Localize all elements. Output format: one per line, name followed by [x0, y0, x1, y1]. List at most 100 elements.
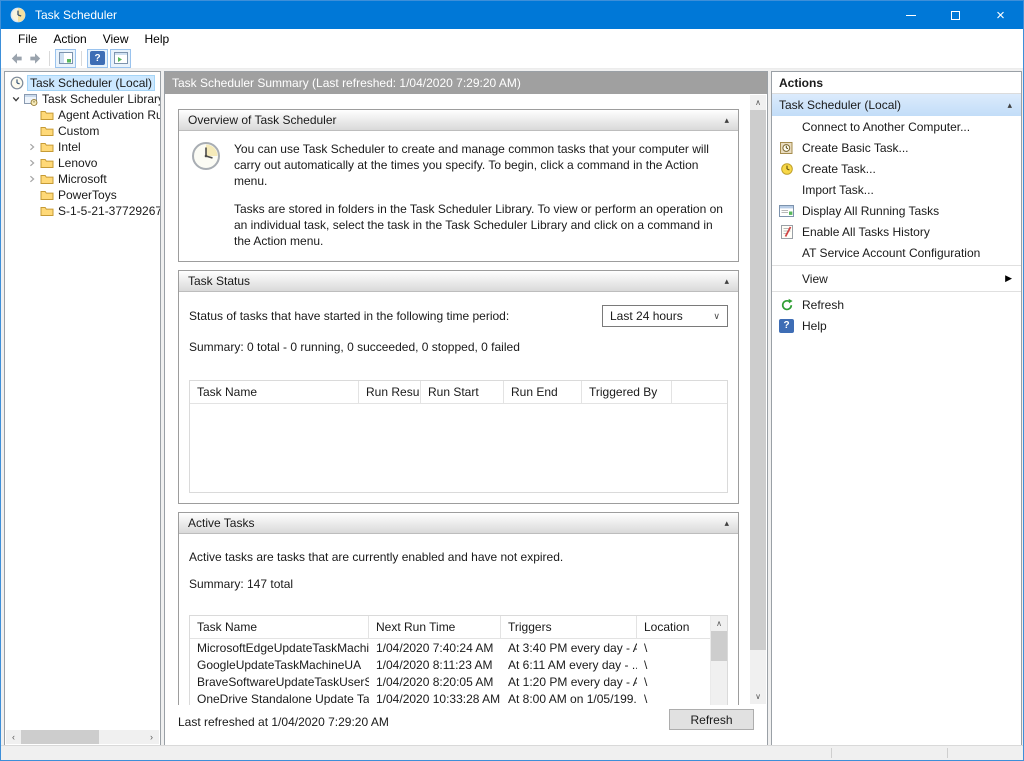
summary-panel-header: Task Scheduler Summary (Last refreshed: …	[165, 72, 767, 94]
overview-section-header[interactable]: Overview of Task Scheduler ▴	[179, 110, 738, 131]
actions-panel: Actions Task Scheduler (Local) ▴ Connect…	[771, 71, 1022, 746]
active-tasks-rows: MicrosoftEdgeUpdateTaskMachine... 1/04/2…	[190, 639, 710, 705]
column-header[interactable]: Run End	[504, 381, 582, 403]
column-header[interactable]: Task Name	[190, 381, 359, 403]
tree-item-folder[interactable]: Agent Activation Runt	[5, 107, 160, 123]
active-tasks-vertical-scrollbar[interactable]: ∧ ∨	[710, 616, 727, 705]
action-pane-icon	[114, 52, 128, 64]
tree-item-task-scheduler-library[interactable]: Task Scheduler Library	[5, 91, 160, 107]
tree-item-folder[interactable]: S-1-5-21-3772926790-	[5, 203, 160, 219]
active-tasks-description: Active tasks are tasks that are currentl…	[189, 550, 728, 564]
time-period-value: Last 24 hours	[610, 309, 683, 323]
tree-item-label: Task Scheduler Library	[42, 92, 160, 106]
action-help[interactable]: ? Help	[772, 315, 1021, 336]
scroll-up-icon[interactable]: ∧	[711, 616, 727, 631]
statusbar-separator	[947, 748, 948, 758]
help-toolbar-button[interactable]: ?	[87, 49, 108, 68]
menu-bar: File Action View Help	[1, 29, 1023, 48]
column-header[interactable]: Location	[637, 616, 710, 638]
chevron-right-icon[interactable]	[25, 159, 39, 167]
refresh-icon	[778, 298, 795, 312]
chevron-down-icon[interactable]	[9, 95, 23, 103]
active-tasks-table-header: Task Name Next Run Time Triggers Locatio…	[190, 616, 710, 639]
chevron-right-icon[interactable]	[25, 175, 39, 183]
show-console-tree-button[interactable]	[55, 49, 76, 68]
column-header[interactable]: Run Start	[421, 381, 504, 403]
tree-item-folder[interactable]: Custom	[5, 123, 160, 139]
column-header[interactable]: Next Run Time	[369, 616, 501, 638]
minimize-button[interactable]	[888, 1, 933, 29]
scroll-up-icon[interactable]: ∧	[750, 95, 766, 110]
action-at-service-account-configuration[interactable]: AT Service Account Configuration	[772, 242, 1021, 263]
title-bar: Task Scheduler ×	[1, 1, 1023, 29]
close-button[interactable]: ×	[978, 1, 1023, 29]
action-display-all-running-tasks[interactable]: Display All Running Tasks	[772, 200, 1021, 221]
active-tasks-title: Active Tasks	[188, 516, 254, 530]
menu-file[interactable]: File	[10, 29, 45, 48]
clock-app-icon	[10, 7, 26, 23]
tree-item-folder[interactable]: Intel	[5, 139, 160, 155]
forward-button[interactable]	[28, 51, 43, 66]
actions-group-header[interactable]: Task Scheduler (Local) ▴	[772, 94, 1021, 116]
tree-item-folder[interactable]: Microsoft	[5, 171, 160, 187]
menu-help[interactable]: Help	[137, 29, 178, 48]
task-status-section-header[interactable]: Task Status ▴	[179, 271, 738, 292]
menu-view[interactable]: View	[95, 29, 137, 48]
time-period-dropdown[interactable]: Last 24 hours ∨	[602, 305, 728, 327]
actions-group-label: Task Scheduler (Local)	[779, 98, 901, 112]
refresh-button[interactable]: Refresh	[669, 709, 754, 730]
folder-icon	[39, 109, 55, 121]
tree-item-folder[interactable]: Lenovo	[5, 155, 160, 171]
minimize-icon	[906, 15, 916, 16]
collapse-icon[interactable]: ▴	[724, 518, 729, 529]
table-row[interactable]: GoogleUpdateTaskMachineUA 1/04/2020 8:11…	[190, 656, 710, 673]
running-tasks-icon	[778, 205, 795, 217]
column-header[interactable]: Task Name	[190, 616, 369, 638]
scrollbar-thumb[interactable]	[711, 631, 727, 661]
column-header[interactable]: Run Result	[359, 381, 421, 403]
show-action-pane-button[interactable]	[110, 49, 131, 68]
table-row[interactable]: MicrosoftEdgeUpdateTaskMachine... 1/04/2…	[190, 639, 710, 656]
tree-horizontal-scrollbar[interactable]: ‹ ›	[6, 730, 159, 744]
column-header[interactable]: Triggered By	[582, 381, 672, 403]
scrollbar-thumb[interactable]	[21, 730, 99, 744]
menu-action[interactable]: Action	[45, 29, 94, 48]
action-refresh[interactable]: Refresh	[772, 294, 1021, 315]
maximize-button[interactable]	[933, 1, 978, 29]
summary-vertical-scrollbar[interactable]: ∧ ∨	[750, 95, 766, 704]
statusbar-separator	[831, 748, 832, 758]
tree-item-label: Task Scheduler (Local)	[28, 76, 154, 90]
tree-item-label: Intel	[58, 140, 81, 154]
scroll-down-icon[interactable]: ∨	[750, 689, 766, 704]
tree-item-label: Custom	[58, 124, 99, 138]
toolbar-separator	[49, 51, 50, 66]
task-status-empty-area	[190, 404, 727, 492]
scrollbar-thumb[interactable]	[750, 110, 766, 650]
action-create-basic-task[interactable]: Create Basic Task...	[772, 137, 1021, 158]
scroll-left-icon[interactable]: ‹	[6, 730, 21, 744]
chevron-right-icon[interactable]	[25, 143, 39, 151]
tree-item-folder[interactable]: PowerToys	[5, 187, 160, 203]
tasks-history-icon	[778, 225, 795, 239]
collapse-icon[interactable]: ▴	[724, 115, 729, 126]
tree-item-label: PowerToys	[58, 188, 117, 202]
active-tasks-summary: Summary: 147 total	[189, 577, 728, 591]
active-tasks-section-header[interactable]: Active Tasks ▴	[179, 513, 738, 534]
action-import-task[interactable]: Import Task...	[772, 179, 1021, 200]
action-enable-all-tasks-history[interactable]: Enable All Tasks History	[772, 221, 1021, 242]
folder-icon	[39, 125, 55, 137]
table-row[interactable]: OneDrive Standalone Update Task-... 1/04…	[190, 690, 710, 705]
action-view[interactable]: View ▶	[772, 268, 1021, 289]
scroll-right-icon[interactable]: ›	[144, 730, 159, 744]
back-button[interactable]	[9, 51, 24, 66]
collapse-icon[interactable]: ▴	[724, 276, 729, 287]
action-create-task[interactable]: Create Task...	[772, 158, 1021, 179]
overview-paragraph-2: Tasks are stored in folders in the Task …	[234, 201, 726, 249]
overview-section: Overview of Task Scheduler ▴ You can use…	[178, 109, 739, 262]
tree-item-task-scheduler-local[interactable]: Task Scheduler (Local)	[5, 75, 160, 91]
collapse-icon[interactable]: ▴	[1007, 100, 1012, 111]
column-header[interactable]: Triggers	[501, 616, 637, 638]
action-connect-to-another-computer[interactable]: Connect to Another Computer...	[772, 116, 1021, 137]
table-row[interactable]: BraveSoftwareUpdateTaskUserS-1-... 1/04/…	[190, 673, 710, 690]
console-tree-icon	[59, 52, 73, 64]
